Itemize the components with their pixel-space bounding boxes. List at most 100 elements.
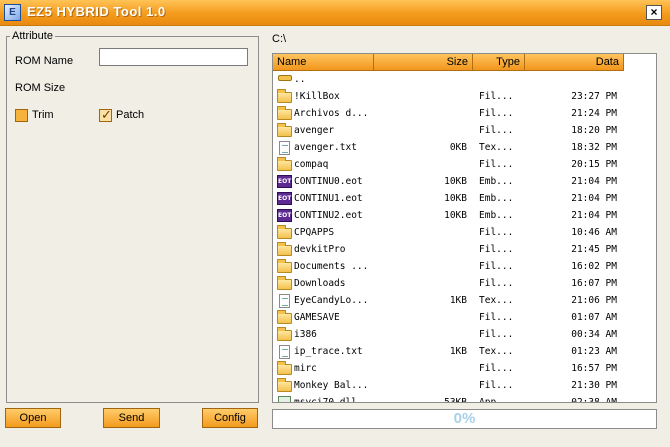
file-name: EyeCandyLo...	[294, 295, 369, 306]
checkmark-icon: ✓	[101, 107, 112, 122]
file-row[interactable]: Monkey Bal... Fil... 21:30 PM	[273, 377, 656, 394]
file-name: ip_trace.txt	[294, 346, 363, 357]
file-row[interactable]: Downloads Fil... 16:07 PM	[273, 275, 656, 292]
eot-file-icon: EOT	[277, 175, 292, 188]
file-name: GAMESAVE	[294, 312, 340, 323]
folder-icon	[277, 361, 292, 375]
file-list[interactable]: Name Size Type Data .. !KillBox Fil... 23:2…	[272, 53, 657, 403]
file-row[interactable]: msvci70.dll 53KB App... 02:38 AM	[273, 394, 656, 403]
folder-icon	[277, 276, 292, 290]
file-row[interactable]: CPQAPPS Fil... 10:46 AM	[273, 224, 656, 241]
column-header-size[interactable]: Size	[374, 54, 473, 71]
column-header-name[interactable]: Name	[273, 54, 374, 71]
rom-name-input[interactable]	[99, 48, 248, 66]
file-data: 16:07 PM	[571, 278, 617, 289]
config-button[interactable]: Config	[202, 408, 258, 428]
file-data: 16:02 PM	[571, 261, 617, 272]
file-type: Emb...	[479, 193, 514, 204]
folder-icon	[277, 378, 292, 392]
file-size: 53KB	[444, 397, 467, 403]
file-type: Tex...	[479, 142, 514, 153]
file-type: App...	[479, 397, 514, 403]
file-data: 18:20 PM	[571, 125, 617, 136]
folder-icon	[277, 106, 292, 120]
column-header-data[interactable]: Data	[525, 54, 624, 71]
send-button[interactable]: Send	[103, 408, 160, 428]
window-title: EZ5 HYBRID Tool 1.0	[27, 4, 166, 19]
patch-checkbox[interactable]: ✓	[99, 107, 112, 122]
file-data: 00:34 AM	[571, 329, 617, 340]
close-icon: ×	[650, 5, 658, 19]
file-type: Fil...	[479, 159, 514, 170]
folder-icon	[277, 242, 292, 256]
trim-checkbox[interactable]	[15, 109, 28, 122]
file-name: ..	[294, 74, 306, 85]
file-row[interactable]: EOT CONTINU2.eot 10KB Emb... 21:04 PM	[273, 207, 656, 224]
rom-name-label: ROM Name	[15, 55, 74, 67]
title-bar[interactable]: E EZ5 HYBRID Tool 1.0 ×	[0, 0, 670, 26]
trim-label: Trim	[32, 109, 54, 121]
file-type: Fil...	[479, 380, 514, 391]
rom-size-label: ROM Size	[15, 82, 66, 94]
file-type: Tex...	[479, 346, 514, 357]
attribute-legend: Attribute	[10, 30, 55, 42]
file-data: 21:04 PM	[571, 210, 617, 221]
file-row[interactable]: GAMESAVE Fil... 01:07 AM	[273, 309, 656, 326]
file-row[interactable]: compaq Fil... 20:15 PM	[273, 156, 656, 173]
file-row[interactable]: i386 Fil... 00:34 AM	[273, 326, 656, 343]
file-data: 21:24 PM	[571, 108, 617, 119]
file-row[interactable]: EOT CONTINU0.eot 10KB Emb... 21:04 PM	[273, 173, 656, 190]
open-button[interactable]: Open	[5, 408, 61, 428]
file-data: 01:23 AM	[571, 346, 617, 357]
file-row[interactable]: avenger Fil... 18:20 PM	[273, 122, 656, 139]
file-name: msvci70.dll	[294, 397, 357, 403]
file-row[interactable]: devkitPro Fil... 21:45 PM	[273, 241, 656, 258]
folder-icon	[277, 327, 292, 341]
app-window-icon[interactable]: E	[4, 4, 21, 21]
file-type: Fil...	[479, 312, 514, 323]
file-row[interactable]: Archivos d... Fil... 21:24 PM	[273, 105, 656, 122]
file-size: 10KB	[444, 210, 467, 221]
file-row[interactable]: EOT CONTINU1.eot 10KB Emb... 21:04 PM	[273, 190, 656, 207]
text-file-icon	[279, 141, 290, 155]
file-name: Documents ...	[294, 261, 369, 272]
file-type: Fil...	[479, 125, 514, 136]
file-size: 10KB	[444, 193, 467, 204]
file-row[interactable]: avenger.txt 0KB Tex... 18:32 PM	[273, 139, 656, 156]
file-type: Emb...	[479, 210, 514, 221]
file-type: Emb...	[479, 176, 514, 187]
file-row[interactable]: mirc Fil... 16:57 PM	[273, 360, 656, 377]
file-data: 21:04 PM	[571, 193, 617, 204]
patch-label: Patch	[116, 109, 145, 121]
column-header-type[interactable]: Type	[473, 54, 525, 71]
file-row[interactable]: Documents ... Fil... 16:02 PM	[273, 258, 656, 275]
file-type: Fil...	[479, 108, 514, 119]
parent-folder-icon	[278, 75, 292, 81]
file-data: 21:04 PM	[571, 176, 617, 187]
file-type: Fil...	[479, 329, 514, 340]
file-data: 23:27 PM	[571, 91, 617, 102]
file-size: 10KB	[444, 176, 467, 187]
close-button[interactable]: ×	[646, 5, 662, 20]
file-row[interactable]: EyeCandyLo... 1KB Tex... 21:06 PM	[273, 292, 656, 309]
progress-label: 0%	[453, 410, 476, 427]
file-data: 21:30 PM	[571, 380, 617, 391]
file-name: CONTINU2.eot	[294, 210, 363, 221]
file-data: 18:32 PM	[571, 142, 617, 153]
file-row[interactable]: !KillBox Fil... 23:27 PM	[273, 88, 656, 105]
file-data: 21:06 PM	[571, 295, 617, 306]
file-size: 1KB	[449, 346, 467, 357]
file-name: devkitPro	[294, 244, 346, 255]
file-name: compaq	[294, 159, 329, 170]
eot-file-icon: EOT	[277, 192, 292, 205]
current-path: C:\	[272, 33, 287, 45]
folder-icon	[277, 123, 292, 137]
file-type: Fil...	[479, 363, 514, 374]
file-name: avenger	[294, 125, 335, 136]
file-row[interactable]: ..	[273, 71, 656, 88]
progress-bar: 0%	[272, 409, 657, 429]
file-name: Archivos d...	[294, 108, 369, 119]
file-size: 1KB	[449, 295, 467, 306]
file-type: Fil...	[479, 227, 514, 238]
file-row[interactable]: ip_trace.txt 1KB Tex... 01:23 AM	[273, 343, 656, 360]
